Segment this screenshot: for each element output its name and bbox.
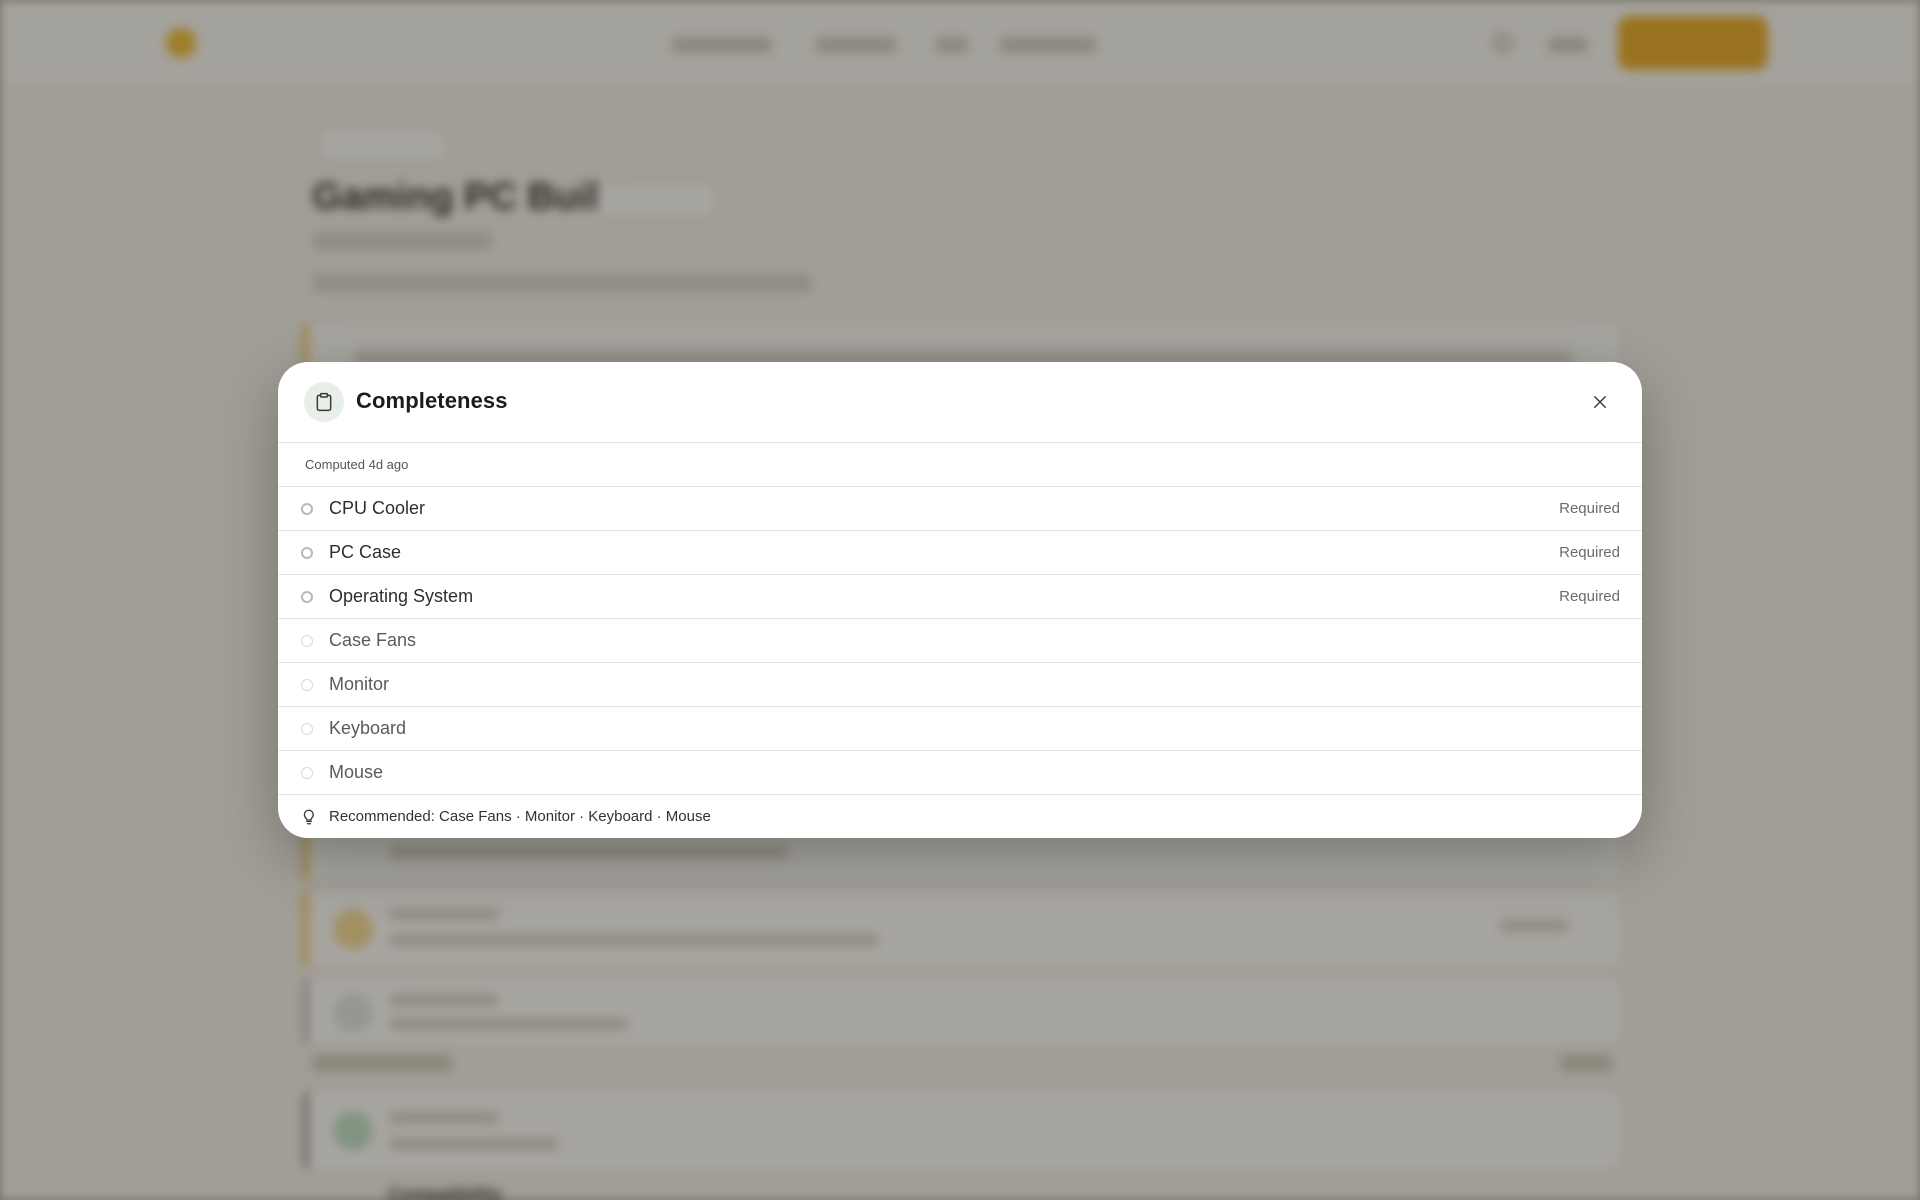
completeness-list: CPU Cooler Required PC Case Required Ope… xyxy=(278,487,1642,795)
computed-row: Computed 4d ago xyxy=(278,443,1642,487)
list-item-keyboard[interactable]: Keyboard xyxy=(278,707,1642,751)
item-label: Operating System xyxy=(329,586,474,606)
status-circle-icon xyxy=(301,635,313,647)
list-item-monitor[interactable]: Monitor xyxy=(278,663,1642,707)
list-item-pc-case[interactable]: PC Case Required xyxy=(278,531,1642,575)
required-badge: Required xyxy=(1559,588,1620,605)
required-badge: Required xyxy=(1559,500,1620,517)
list-item-cpu-cooler[interactable]: CPU Cooler Required xyxy=(278,487,1642,531)
dialog-title: Completeness xyxy=(356,388,508,413)
item-label: Monitor xyxy=(329,674,390,694)
list-item-mouse[interactable]: Mouse xyxy=(278,751,1642,795)
close-icon xyxy=(1594,396,1606,408)
item-label: PC Case xyxy=(329,542,402,562)
status-circle-icon xyxy=(301,767,313,779)
recommendation-row: Recommended: Case Fans · Monitor · Keybo… xyxy=(278,795,1642,838)
item-label: Mouse xyxy=(329,762,384,782)
close-button[interactable] xyxy=(1580,382,1620,422)
status-circle-icon xyxy=(301,591,313,603)
status-circle-icon xyxy=(301,547,313,559)
required-badge: Required xyxy=(1559,544,1620,561)
status-circle-icon xyxy=(301,679,313,691)
clipboard-icon xyxy=(304,382,344,422)
recommendation-text: Recommended: Case Fans · Monitor · Keybo… xyxy=(329,808,711,825)
lightbulb-icon xyxy=(303,809,314,825)
status-circle-icon xyxy=(301,723,313,735)
item-label: Keyboard xyxy=(329,718,407,738)
dialog-header: Completeness xyxy=(278,362,1642,443)
status-circle-icon xyxy=(301,503,313,515)
completeness-dialog: Completeness Computed 4d ago CPU Cooler … xyxy=(278,362,1642,838)
item-label: CPU Cooler xyxy=(329,498,426,518)
list-item-operating-system[interactable]: Operating System Required xyxy=(278,575,1642,619)
item-label: Case Fans xyxy=(329,630,417,650)
list-item-case-fans[interactable]: Case Fans xyxy=(278,619,1642,663)
computed-timestamp: Computed 4d ago xyxy=(305,457,409,472)
